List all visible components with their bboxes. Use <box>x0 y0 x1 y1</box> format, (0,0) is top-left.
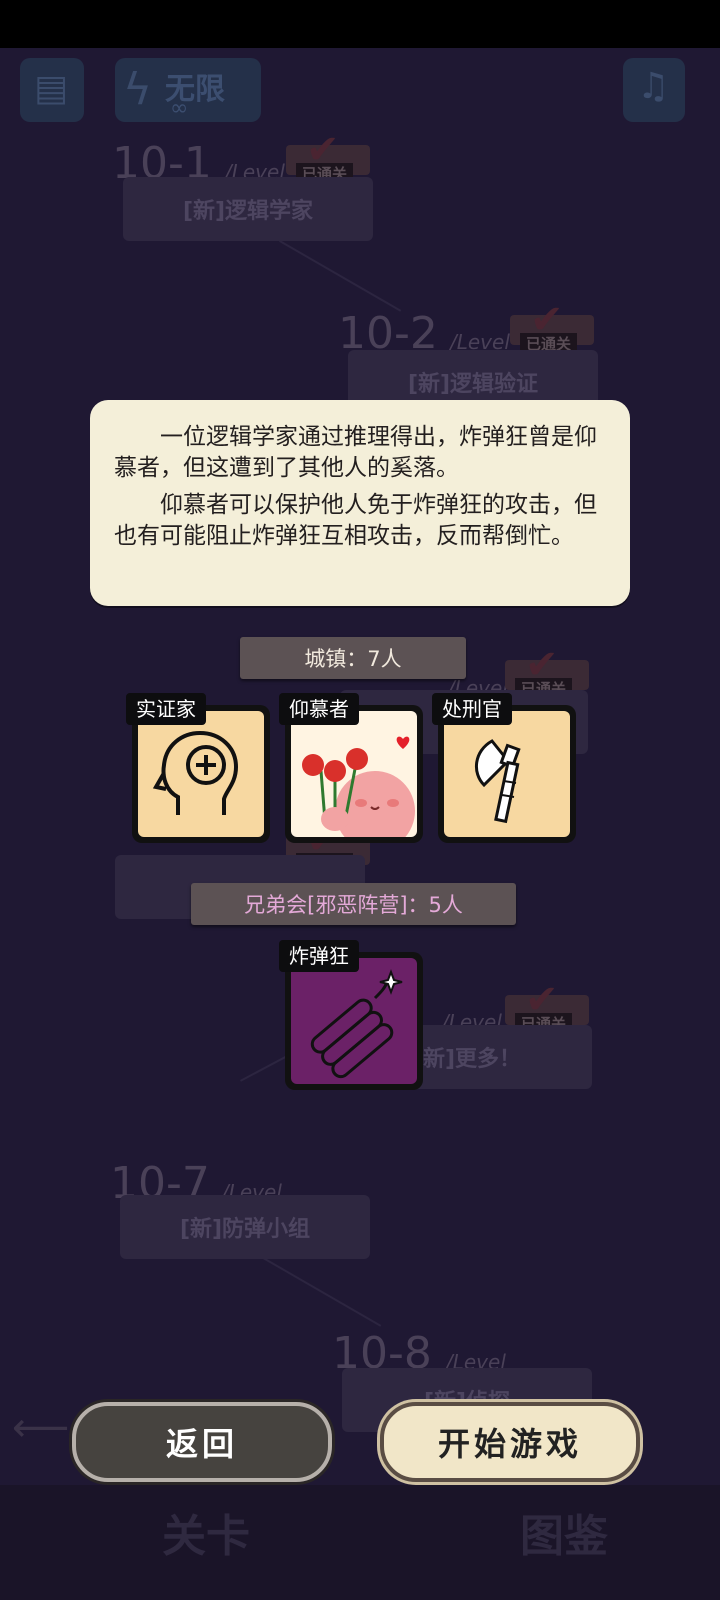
role-card-bomber[interactable]: 炸弹狂 <box>279 940 423 1090</box>
town-faction-banner: 城镇：7人 <box>240 637 466 679</box>
description-paragraph: 一位逻辑学家通过推理得出，炸弹狂曾是仰慕者，但这遭到了其他人的奚落。 <box>114 424 597 481</box>
prev-page-arrow-icon[interactable]: ⟵ <box>12 1405 72 1465</box>
role-card-admirer[interactable]: 仰慕者 <box>279 693 423 843</box>
role-card-executioner[interactable]: 处刑官 <box>432 693 576 843</box>
description-paragraph: 仰慕者可以保护他人免于炸弹狂的攻击，但也有可能阻止炸弹狂互相攻击，反而帮倒忙。 <box>114 492 597 549</box>
tab-gallery[interactable]: 图鉴 <box>520 1500 608 1564</box>
bottom-nav <box>0 1485 720 1600</box>
axe-icon <box>475 739 521 824</box>
music-button[interactable]: ♫ <box>623 58 685 122</box>
start-game-button[interactable]: 开始游戏 <box>380 1402 640 1482</box>
head-plus-icon <box>152 730 239 815</box>
notes-button[interactable]: ▤ <box>20 58 84 122</box>
back-button[interactable]: 返回 <box>72 1402 332 1482</box>
role-name: 实证家 <box>126 693 206 725</box>
dynamite-icon <box>310 969 403 1079</box>
evil-faction-banner: 兄弟会[邪恶阵营]：5人 <box>191 883 516 925</box>
admirer-roses-icon <box>302 736 415 837</box>
lightning-icon: ϟ <box>123 64 153 115</box>
role-name: 仰慕者 <box>279 693 359 725</box>
tab-levels[interactable]: 关卡 <box>162 1500 250 1564</box>
role-name: 炸弹狂 <box>279 940 359 972</box>
role-card-empiricist[interactable]: 实证家 <box>126 693 270 843</box>
notes-icon: ▤ <box>34 68 69 109</box>
level-card[interactable]: [新]逻辑学家 <box>123 177 373 241</box>
level-description-card: 一位逻辑学家通过推理得出，炸弹狂曾是仰慕者，但这遭到了其他人的奚落。 仰慕者可以… <box>90 400 630 606</box>
level-card[interactable]: [新]防弹小组 <box>120 1195 370 1259</box>
music-icon: ♫ <box>637 66 670 107</box>
status-bar <box>0 0 720 48</box>
role-name: 处刑官 <box>432 693 512 725</box>
energy-infinity: ∞ <box>170 96 189 121</box>
